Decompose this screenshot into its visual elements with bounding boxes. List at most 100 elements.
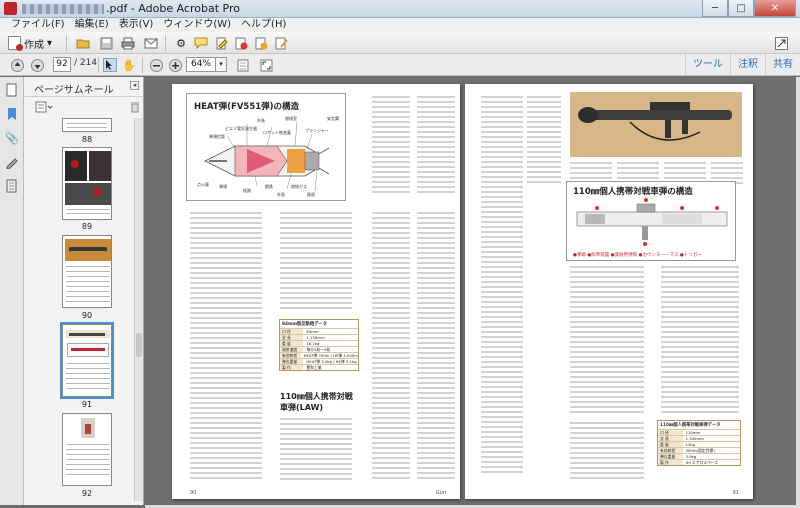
- email-icon[interactable]: [144, 36, 158, 50]
- gear-icon[interactable]: ⚙: [174, 36, 188, 50]
- spec-table-110mm: 110㎜個人携帯対戦車弾データ 口 径 110mm 全 長 1,300mm 重 量1…: [657, 420, 741, 466]
- maximize-button[interactable]: □: [728, 0, 754, 17]
- diagram-label: 外装: [257, 118, 265, 123]
- zoom-in-icon[interactable]: [168, 58, 182, 72]
- delete-page-icon[interactable]: [234, 36, 248, 50]
- document-scrollbar[interactable]: [796, 77, 800, 508]
- signature-icon[interactable]: [5, 155, 19, 169]
- spec-row: 弾丸重量 HEAT弾 3.2kg / HE弾 3.1kg: [280, 358, 358, 364]
- previous-page-icon[interactable]: [10, 58, 24, 72]
- text-column: [570, 422, 644, 482]
- panel-title: ページサムネール: [34, 85, 114, 96]
- share-link[interactable]: 共有: [765, 54, 800, 75]
- section-heading: 110㎜個人携帯対戦: [280, 392, 353, 401]
- menu-view[interactable]: 表示(V): [114, 18, 159, 32]
- thumbnail-page[interactable]: [62, 147, 112, 220]
- print-icon[interactable]: [121, 36, 135, 50]
- select-cursor-icon[interactable]: [103, 58, 117, 72]
- thumbnail-page[interactable]: [62, 235, 112, 308]
- fit-page-icon[interactable]: [236, 58, 250, 72]
- page-number-input[interactable]: 92: [53, 57, 71, 72]
- comment-link[interactable]: 注釈: [730, 54, 765, 75]
- text-column: [661, 266, 739, 416]
- attachment-icon[interactable]: 📎: [5, 131, 19, 145]
- text-column: [280, 212, 352, 312]
- page-number: 91: [732, 490, 739, 496]
- text-column: [280, 418, 352, 482]
- diagram-label: ロケット推進薬: [263, 130, 291, 135]
- toolbar-divider: [98, 57, 99, 73]
- navigation-toolbar: 92 / 214 ✋ 64% ▾ ツール 注釈 共有: [0, 54, 800, 76]
- menu-file[interactable]: ファイル(F): [6, 18, 70, 32]
- panel-header: ページサムネール ◂: [24, 77, 143, 97]
- bookmark-icon[interactable]: [5, 107, 19, 121]
- document-view[interactable]: HEAT弾(FV551弾)の構造 外装 ピエゾ電気発生器 弾頭信管 ロケット推進…: [145, 77, 796, 505]
- scrollbar-thumb[interactable]: [136, 333, 142, 357]
- save-icon[interactable]: [99, 36, 113, 50]
- zoom-out-icon[interactable]: [149, 58, 163, 72]
- redacted-filename: [22, 4, 104, 14]
- panel-collapse-button[interactable]: ◂: [130, 81, 139, 90]
- page-number: 90: [190, 490, 197, 496]
- menu-edit[interactable]: 編集(E): [70, 18, 114, 32]
- full-screen-icon[interactable]: [259, 58, 273, 72]
- text-column: [372, 96, 410, 196]
- diagram-label: 鋼鉄: [265, 184, 273, 189]
- diagram-label: 点火薬: [197, 182, 209, 187]
- text-column: [570, 266, 644, 416]
- comment-icon[interactable]: [194, 36, 208, 50]
- toolbar-divider: [66, 35, 67, 51]
- diagram-label: 燃焼室: [285, 116, 297, 121]
- page-thumbnails-icon[interactable]: [5, 83, 19, 97]
- diagram-legend: ●弾頭 ●照準装置 ●発射用弾筒 ●カウンター・マス ●トリガー: [573, 253, 702, 258]
- thumbnails-panel: ページサムネール ◂ 88 89 90 91 92: [24, 77, 144, 505]
- pdf-page-right: 110㎜個人携帯対戦車弾の構造 ●弾頭 ●照準装置 ●発射用弾筒 ●カウンター・…: [465, 84, 753, 499]
- thumbnail-scrollbar[interactable]: [134, 118, 143, 501]
- page-total: / 214: [74, 58, 98, 68]
- thumbnail-label: 88: [81, 135, 93, 144]
- stamp-icon[interactable]: [254, 36, 268, 50]
- spec-title: 110㎜個人携帯対戦車弾データ: [660, 423, 721, 428]
- spec-row: 有効射程 300m(固定目標): [658, 447, 740, 453]
- menu-help[interactable]: ヘルプ(H): [236, 18, 291, 32]
- thumbnail-list[interactable]: 88 89 90 91 92: [24, 118, 134, 505]
- panel-toolbar: [24, 97, 143, 117]
- options-menu-icon[interactable]: [34, 100, 54, 114]
- menu-bar: ファイル(F) 編集(E) 表示(V) ウィンドウ(W) ヘルプ(H): [0, 18, 800, 32]
- zoom-level-input[interactable]: 64%: [186, 57, 216, 72]
- right-panel-links: ツール 注釈 共有: [685, 54, 800, 75]
- spec-row: 全 長 1,300mm: [658, 435, 740, 441]
- law-cutaway-illustration: [576, 198, 728, 246]
- tools-link[interactable]: ツール: [685, 54, 730, 75]
- menu-window[interactable]: ウィンドウ(W): [158, 18, 236, 32]
- minimize-button[interactable]: ─: [702, 0, 728, 17]
- spec-row: 口 径 110mm: [658, 429, 740, 435]
- layers-icon[interactable]: [5, 179, 19, 193]
- diagram-label: ピエゾ電気発生器: [225, 126, 257, 131]
- create-button[interactable]: 作成 ▾: [8, 35, 52, 51]
- highlight-icon[interactable]: [214, 36, 228, 50]
- zoom-dropdown[interactable]: ▾: [216, 57, 227, 72]
- spec-row: 発射速度 毎分4発〜5発: [280, 346, 358, 352]
- thumbnail-label: 92: [81, 489, 93, 498]
- pdf-page-left: HEAT弾(FV551弾)の構造 外装 ピエゾ電気発生器 弾頭信管 ロケット推進…: [172, 84, 460, 499]
- diagram-label: 弾頭: [219, 184, 227, 189]
- weapon-photo: [570, 92, 742, 157]
- spec-row: 口 径 84mm: [280, 328, 358, 334]
- trash-icon[interactable]: [128, 100, 142, 114]
- expand-icon[interactable]: [774, 36, 788, 50]
- thumbnail-page[interactable]: [62, 118, 112, 132]
- diagram-label: 安定翼: [327, 116, 339, 121]
- close-button[interactable]: ✕: [754, 0, 796, 17]
- open-folder-icon[interactable]: [76, 36, 90, 50]
- spec-row: 重 量 16.7kg: [280, 340, 358, 346]
- thumbnail-page[interactable]: [62, 413, 112, 486]
- sign-icon[interactable]: [274, 36, 288, 50]
- spec-title: 84mm無反動砲データ: [282, 322, 328, 327]
- create-icon: [8, 36, 23, 51]
- toolbar-divider: [165, 35, 166, 51]
- thumbnail-page-current[interactable]: [60, 322, 114, 399]
- hand-tool-icon[interactable]: ✋: [122, 58, 136, 72]
- next-page-icon[interactable]: [30, 58, 44, 72]
- spec-row: 弾丸重量 3.9kg: [658, 453, 740, 459]
